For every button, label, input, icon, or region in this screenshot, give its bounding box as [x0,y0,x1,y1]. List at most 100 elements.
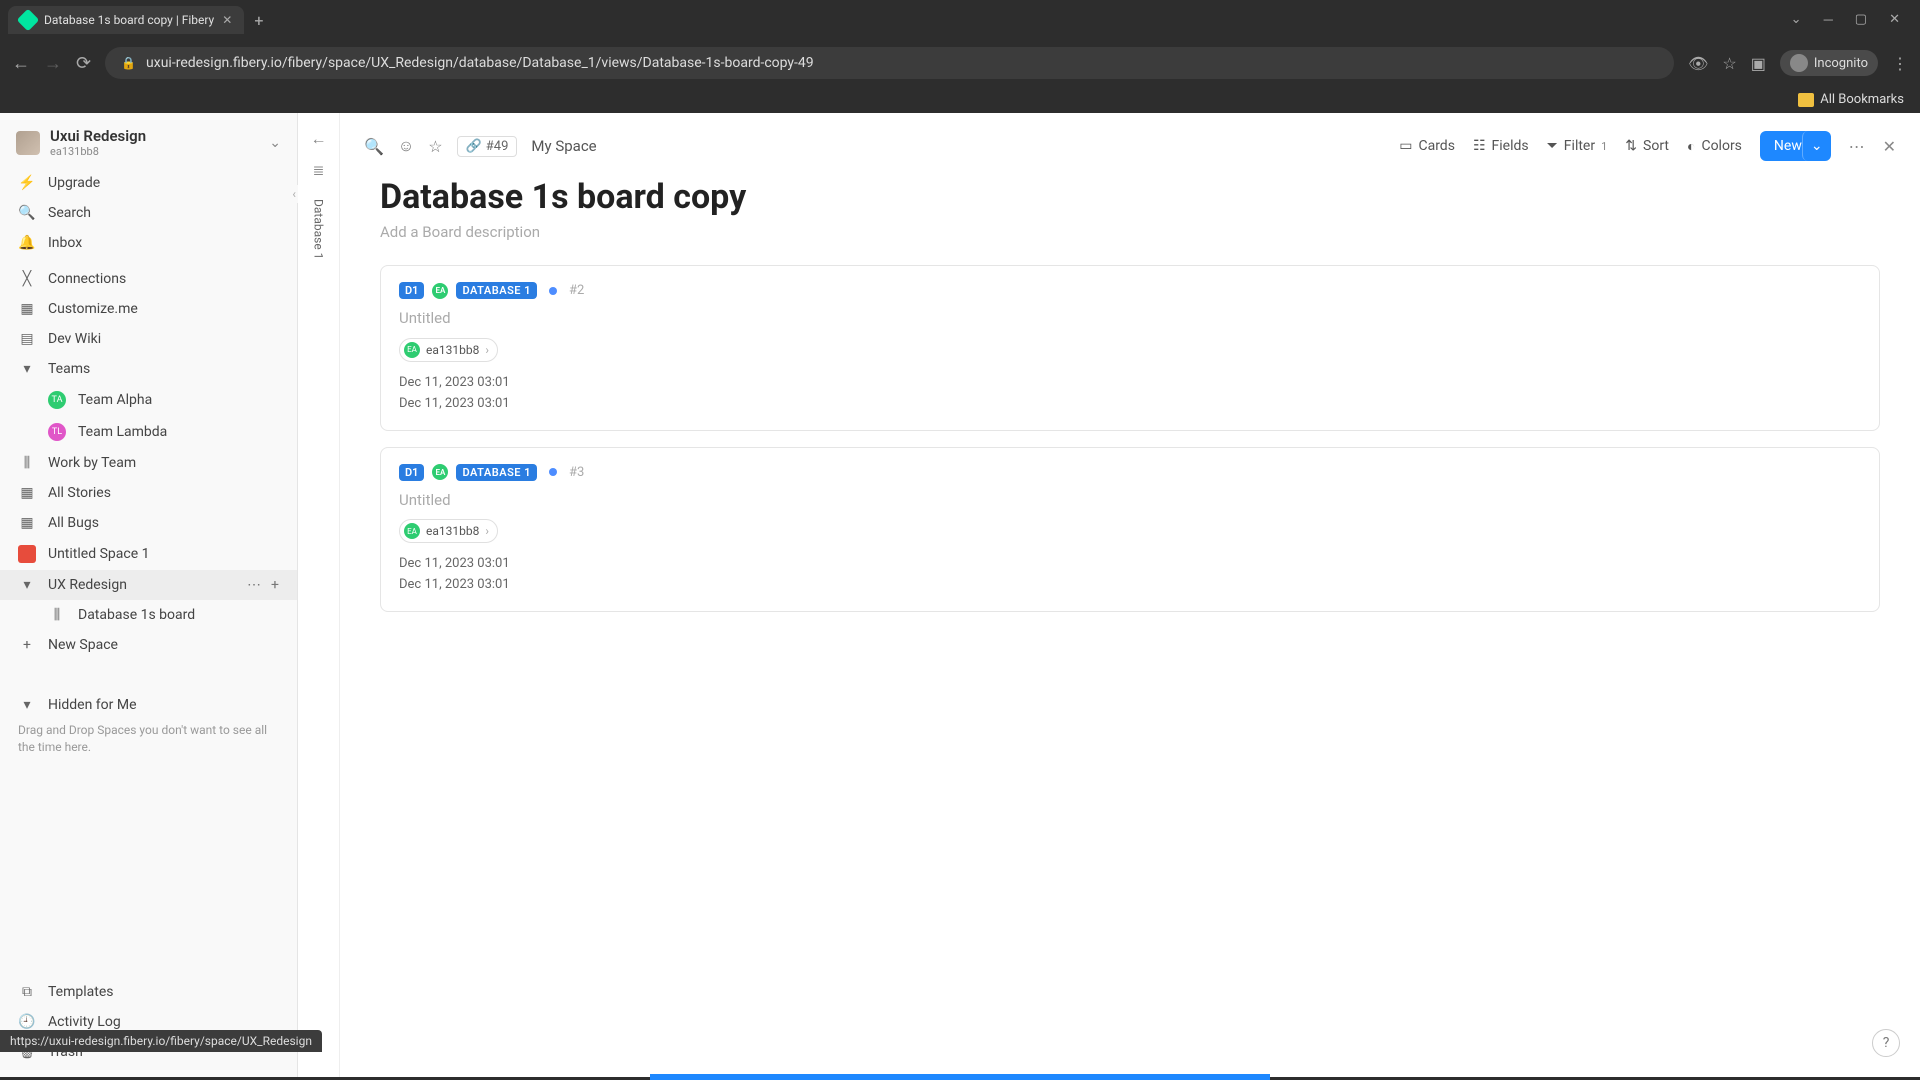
db-badge: D1 [399,464,424,481]
sidebar-label: Work by Team [48,455,136,471]
close-window-icon[interactable]: ✕ [1889,12,1900,28]
more-icon[interactable]: ⋯ [247,577,261,593]
sidebar-item-new-space[interactable]: + New Space [0,630,297,660]
kebab-menu-icon[interactable]: ⋮ [1892,54,1908,73]
sidebar-item-all-bugs[interactable]: ▦ All Bugs [0,508,297,538]
search-icon[interactable]: 🔍 [364,137,384,156]
database-label-badge: DATABASE 1 [456,282,537,299]
sidebar-label: Templates [48,984,114,1000]
help-button[interactable]: ? [1872,1029,1900,1057]
more-icon[interactable]: ⋯ [1849,137,1865,156]
avatar-badge-icon: EA [432,283,448,299]
star-icon[interactable]: ☆ [1722,54,1736,73]
board-icon: ⫼ [48,607,66,623]
star-outline-icon[interactable]: ☆ [428,137,442,156]
colors-control[interactable]: ◐ Colors [1687,138,1742,155]
forward-icon[interactable]: → [44,53,62,74]
card-header: D1 EA DATABASE 1 #3 [399,464,1861,481]
hidden-hint: Drag and Drop Spaces you don't want to s… [0,720,297,766]
cards-control[interactable]: ▭ Cards [1399,138,1455,154]
folder-icon [1798,93,1814,107]
sidebar-item-upgrade[interactable]: ⚡ Upgrade [0,168,297,198]
filter-label: Filter [1564,138,1595,154]
fields-icon: ☷ [1473,138,1486,154]
url-bar[interactable]: 🔒 uxui-redesign.fibery.io/fibery/space/U… [105,47,1674,79]
board-card[interactable]: D1 EA DATABASE 1 #2 Untitled EA ea131bb8… [380,265,1880,431]
workspace-switcher[interactable]: Uxui Redesign ea131bb8 ⌄ [0,113,297,168]
sidebar-label: Hidden for Me [48,697,137,713]
entity-id-chip[interactable]: 🔗 #49 [457,136,518,157]
sidebar-item-untitled-space[interactable]: Untitled Space 1 [0,538,297,570]
smiley-icon[interactable]: ☺ [398,136,414,156]
tab-close-icon[interactable]: ✕ [222,13,232,27]
database-label-badge: DATABASE 1 [456,464,537,481]
plus-icon[interactable]: + [271,577,279,593]
all-bookmarks-label: All Bookmarks [1820,92,1904,107]
incognito-badge[interactable]: Incognito [1780,50,1878,76]
maximize-icon[interactable]: ▢ [1855,12,1867,28]
sidebar-footer: ⧉ Templates 🕘 Activity Log 🗑 Trash [0,977,297,1077]
grid-icon: ▦ [18,485,36,501]
app-root: Uxui Redesign ea131bb8 ⌄ ‹ ⚡ Upgrade 🔍 S… [0,113,1920,1077]
workspace-avatar-icon [16,131,40,155]
sidebar-item-ux-redesign[interactable]: ▾ UX Redesign ⋯ + [0,570,297,600]
sidebar-item-search[interactable]: 🔍 Search [0,198,297,228]
page-description[interactable]: Add a Board description [340,219,1920,265]
sidebar-item-customize[interactable]: ▦ Customize.me [0,294,297,324]
reload-icon[interactable]: ⟳ [76,53,91,74]
workspace-name: Uxui Redesign [50,127,259,145]
card-dates: Dec 11, 2023 03:01 Dec 11, 2023 03:01 [399,553,1861,595]
assignee-chip[interactable]: EA ea131bb8 › [399,519,498,543]
board-card[interactable]: D1 EA DATABASE 1 #3 Untitled EA ea131bb8… [380,447,1880,613]
page-title[interactable]: Database 1s board copy [340,171,1920,219]
fields-control[interactable]: ☷ Fields [1473,138,1529,154]
bell-icon: 🔔 [18,235,36,251]
panel-icon[interactable]: ▣ [1751,54,1766,73]
browser-tab[interactable]: Database 1s board copy | Fibery ✕ [8,6,244,34]
sidebar-collapse-icon[interactable]: ‹ [290,185,298,203]
new-tab-button[interactable]: + [254,11,263,30]
sidebar-label: Inbox [48,235,82,251]
sort-control[interactable]: ⇅ Sort [1625,138,1669,154]
assignee-avatar-icon: EA [404,523,420,539]
all-bookmarks-button[interactable]: All Bookmarks [1798,92,1904,107]
view-toolbar: 🔍 ☺ ☆ 🔗 #49 My Space ▭ Cards ☷ Fields [340,113,1920,171]
rail-back-icon[interactable]: ← [311,129,327,149]
sidebar-label: Search [48,205,91,221]
toolbar-right: ▭ Cards ☷ Fields ⏷ Filter 1 ⇅ Sort ◐ [1399,131,1896,161]
sidebar-item-hidden-for-me[interactable]: ▾ Hidden for Me [0,690,297,720]
plus-icon: + [18,637,36,653]
sidebar-item-connections[interactable]: ╳ Connections [0,264,297,294]
dropdown-icon[interactable]: ⌄ [1791,12,1802,28]
card-dates: Dec 11, 2023 03:01 Dec 11, 2023 03:01 [399,372,1861,414]
new-dropdown-icon[interactable]: ⌄ [1802,131,1831,161]
sidebar-label: All Bugs [48,515,99,531]
sidebar-label: Team Alpha [78,392,152,408]
sidebar-label: Customize.me [48,301,138,317]
back-icon[interactable]: ← [12,53,30,74]
sort-icon: ⇅ [1625,138,1637,154]
chevron-down-icon[interactable]: ⌄ [269,135,281,151]
rail-db-label[interactable]: Database 1 [312,199,326,259]
sidebar-item-db1-board[interactable]: ⫼ Database 1s board [0,600,297,630]
minimize-icon[interactable]: ─ [1824,12,1833,28]
sidebar-item-teams[interactable]: ▾ Teams [0,354,297,384]
assignee-chip[interactable]: EA ea131bb8 › [399,338,498,362]
team-avatar-icon: TA [48,391,66,409]
card-id: #3 [569,465,584,480]
sidebar-label: Teams [48,361,90,377]
main-content: 🔍 ☺ ☆ 🔗 #49 My Space ▭ Cards ☷ Fields [340,113,1920,1077]
sidebar-item-work-by-team[interactable]: ⫼ Work by Team [0,448,297,478]
sidebar-item-team-alpha[interactable]: TA Team Alpha [0,384,297,416]
workspace-user: ea131bb8 [50,145,259,158]
database-stack-icon[interactable]: ≣ [313,163,325,179]
close-icon[interactable]: ✕ [1883,137,1896,156]
filter-control[interactable]: ⏷ Filter 1 [1547,138,1608,154]
sidebar-item-templates[interactable]: ⧉ Templates [0,977,297,1007]
sidebar-item-inbox[interactable]: 🔔 Inbox [0,228,297,258]
sidebar-item-all-stories[interactable]: ▦ All Stories [0,478,297,508]
eye-off-icon[interactable]: 👁 [1688,54,1708,73]
sidebar-item-team-lambda[interactable]: TL Team Lambda [0,416,297,448]
breadcrumb[interactable]: My Space [531,137,596,155]
sidebar-item-devwiki[interactable]: ▤ Dev Wiki [0,324,297,354]
